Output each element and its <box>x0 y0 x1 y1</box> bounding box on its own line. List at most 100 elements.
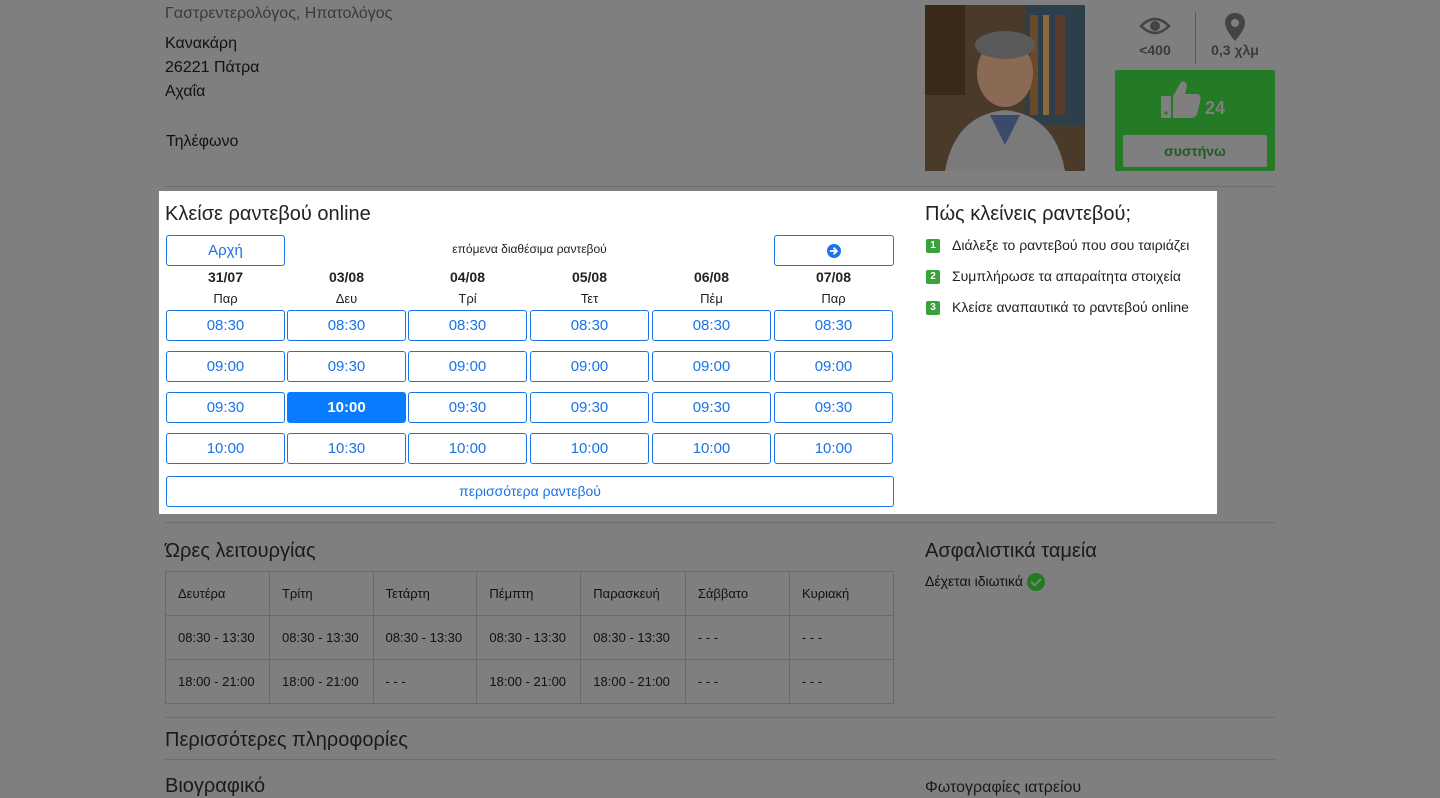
day-name: Τρί <box>458 291 477 306</box>
time-slot-button[interactable]: 10:00 <box>530 433 649 464</box>
hours-day-header: Δευτέρα <box>165 571 270 616</box>
doctor-photo-image <box>925 5 1085 171</box>
hours-cell: 18:00 - 21:00 <box>268 659 374 704</box>
day-header: 31/07 Παρ <box>166 269 285 306</box>
hours-row-morning: 08:30 - 13:30 08:30 - 13:30 08:30 - 13:30 0… <box>165 615 895 660</box>
insurance-info: Δέχεται ιδιωτικά <box>925 573 1045 592</box>
hours-cell: 08:30 - 13:30 <box>372 615 478 660</box>
how-to-book-title: Πώς κλείνεις ραντεβού; <box>925 203 1132 225</box>
step-1-text: Διάλεξε το ραντεβού που σου ταιριάζει <box>952 237 1190 253</box>
thumbs-up-icon <box>1161 81 1201 118</box>
hours-cell: 08:30 - 13:30 <box>268 615 374 660</box>
hours-cell: - - - <box>684 659 790 704</box>
recommend-panel: 24 συστήνω <box>1115 70 1275 171</box>
doctor-specialty: Γαστρεντερολόγος, Ηπατολόγος <box>165 5 393 22</box>
day-header: 04/08 Τρί <box>408 269 527 306</box>
address-city: 26221 Πάτρα <box>165 59 260 76</box>
recommend-button[interactable]: συστήνω <box>1123 135 1267 167</box>
time-slot-button[interactable]: 08:30 <box>166 310 285 341</box>
time-slot-button[interactable]: 10:00 <box>774 433 893 464</box>
day-name: Τετ <box>580 291 599 306</box>
time-slot-button[interactable]: 09:30 <box>408 392 527 423</box>
step-3-number: 3 <box>926 301 940 316</box>
day-date: 04/08 <box>449 269 486 285</box>
hours-cell: 08:30 - 13:30 <box>476 615 582 660</box>
check-circle-icon <box>1026 573 1045 592</box>
divider <box>165 186 1275 187</box>
start-button[interactable]: Αρχή <box>166 235 285 266</box>
hours-cell: - - - <box>372 659 478 704</box>
step-2-text: Συμπλήρωσε τα απαραίτητα στοιχεία <box>952 268 1181 284</box>
distance-value: 0,3 χλμ <box>1211 42 1259 58</box>
time-slot-button[interactable]: 09:00 <box>408 351 527 382</box>
time-slot-button[interactable]: 09:00 <box>652 351 771 382</box>
time-slot-button[interactable]: 08:30 <box>774 310 893 341</box>
time-slot-button[interactable]: 10:00 <box>166 433 285 464</box>
day-name: Πέμ <box>700 291 723 306</box>
hours-day-header: Τρίτη <box>268 571 374 616</box>
day-date: 31/07 <box>207 269 244 285</box>
time-slot-button[interactable]: 09:30 <box>530 392 649 423</box>
distance-stat: 0,3 χλμ <box>1195 10 1275 58</box>
day-header: 07/08 Παρ <box>774 269 893 306</box>
hours-cell: - - - <box>684 615 790 660</box>
time-slot-button[interactable]: 10:00 <box>287 392 406 423</box>
hours-table: Δευτέρα Τρίτη Τετάρτη Πέμπτη Παρασκευή Σάββατ… <box>165 571 895 704</box>
phone-link[interactable]: Τηλέφωνο <box>166 133 238 151</box>
hours-cell: 18:00 - 21:00 <box>165 659 270 704</box>
stats-panel: <400 0,3 χλμ <box>1115 10 1275 65</box>
recommend-count: 24 <box>1205 98 1226 118</box>
day-name: Παρ <box>821 291 846 306</box>
day-date: 03/08 <box>328 269 365 285</box>
hours-cell: - - - <box>788 659 895 704</box>
time-slot-button[interactable]: 09:30 <box>166 392 285 423</box>
time-slot-button[interactable]: 09:30 <box>652 392 771 423</box>
step-3: 3 Κλείσε αναπαυτικά το ραντεβού online <box>926 299 1189 316</box>
next-available-label: επόμενα διαθέσιμα ραντεβού <box>452 242 607 256</box>
doctor-photo <box>925 5 1085 171</box>
time-slot-button[interactable]: 09:30 <box>774 392 893 423</box>
time-slot-button[interactable]: 08:30 <box>408 310 527 341</box>
step-2-number: 2 <box>926 270 940 285</box>
hours-day-header: Τετάρτη <box>372 571 478 616</box>
hours-title: Ώρες λειτουργίας <box>165 540 316 562</box>
day-name: Παρ <box>213 291 238 306</box>
more-appointments-button[interactable]: περισσότερα ραντεβού <box>166 476 894 507</box>
next-week-button[interactable] <box>774 235 894 266</box>
hours-header-row: Δευτέρα Τρίτη Τετάρτη Πέμπτη Παρασκευή Σάββατ… <box>165 571 895 616</box>
time-slot-button[interactable]: 08:30 <box>287 310 406 341</box>
step-2: 2 Συμπλήρωσε τα απαραίτητα στοιχεία <box>926 268 1181 285</box>
views-stat: <400 <box>1115 10 1195 58</box>
time-slot-button[interactable]: 10:00 <box>652 433 771 464</box>
day-header: 05/08 Τετ <box>530 269 649 306</box>
time-slot-button[interactable]: 10:00 <box>408 433 527 464</box>
time-slot-button[interactable]: 09:00 <box>166 351 285 382</box>
hours-day-header: Παρασκευή <box>580 571 686 616</box>
more-info-title[interactable]: Περισσότερες πληροφορίες <box>165 729 408 752</box>
day-header: 06/08 Πέμ <box>652 269 771 306</box>
office-photos-title: Φωτογραφίες ιατρείου <box>925 779 1082 796</box>
hours-cell: - - - <box>788 615 895 660</box>
divider <box>165 522 1275 523</box>
divider <box>165 759 1275 760</box>
time-slot-button[interactable]: 08:30 <box>652 310 771 341</box>
step-3-text: Κλείσε αναπαυτικά το ραντεβού online <box>952 299 1189 315</box>
address-street: Κανακάρη <box>165 35 238 52</box>
hours-day-header: Κυριακή <box>788 571 895 616</box>
time-slot-button[interactable]: 09:00 <box>774 351 893 382</box>
hours-cell: 18:00 - 21:00 <box>476 659 582 704</box>
hours-cell: 18:00 - 21:00 <box>580 659 686 704</box>
day-date: 06/08 <box>693 269 730 285</box>
step-1: 1 Διάλεξε το ραντεβού που σου ταιριάζει <box>926 237 1190 254</box>
booking-card: Κλείσε ραντεβού online Αρχή επόμενα διαθ… <box>159 191 1217 514</box>
day-date: 05/08 <box>571 269 608 285</box>
insurance-text: Δέχεται ιδιωτικά <box>925 573 1023 589</box>
bio-title: Βιογραφικό <box>165 775 266 797</box>
time-slot-button[interactable]: 10:30 <box>287 433 406 464</box>
time-slot-button[interactable]: 08:30 <box>530 310 649 341</box>
time-slot-button[interactable]: 09:30 <box>287 351 406 382</box>
day-name: Δευ <box>335 291 358 306</box>
address-region: Αχαΐα <box>165 83 206 100</box>
time-slot-button[interactable]: 09:00 <box>530 351 649 382</box>
insurance-title: Ασφαλιστικά ταμεία <box>925 540 1097 562</box>
